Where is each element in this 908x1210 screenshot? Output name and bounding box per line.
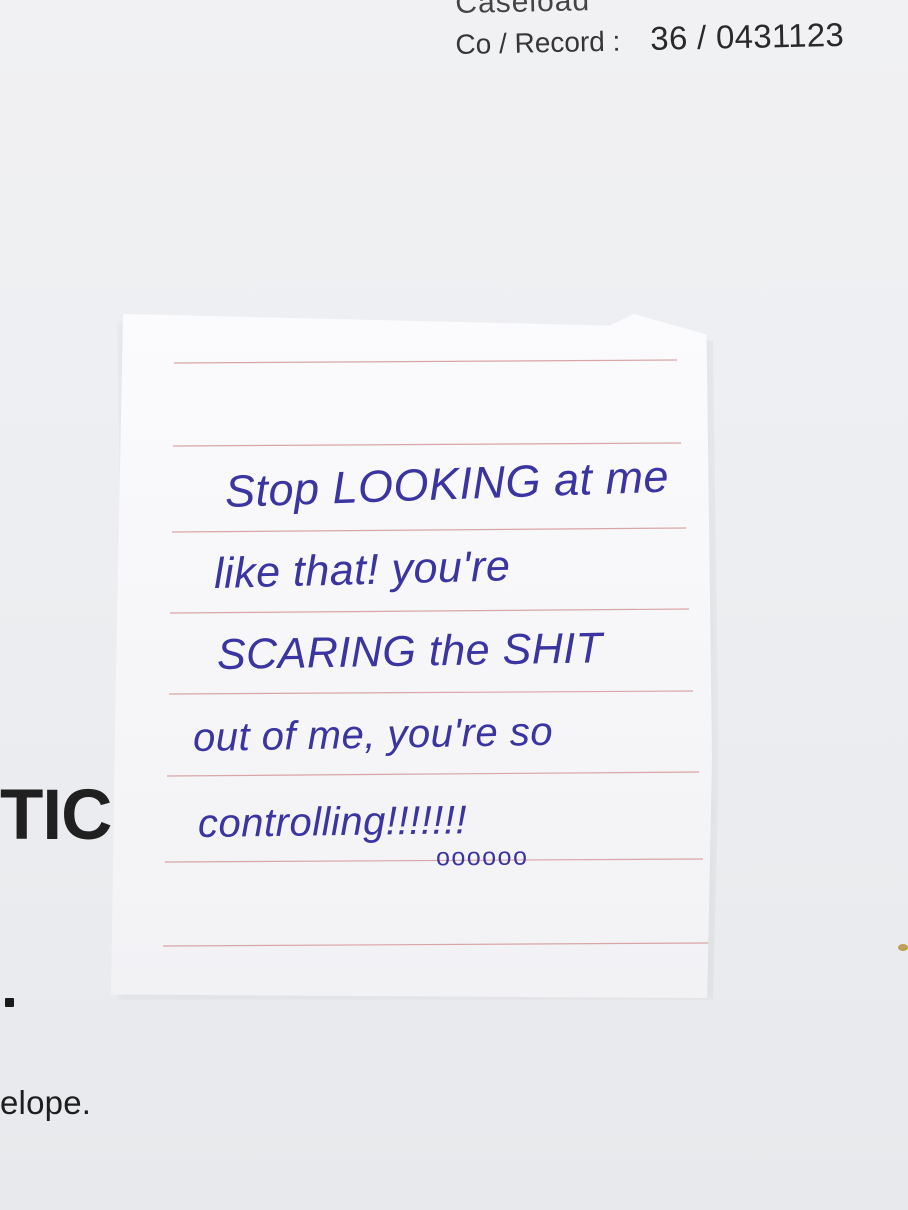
rule-line — [172, 442, 682, 447]
rule-line — [162, 942, 710, 947]
rule-line — [169, 608, 690, 614]
sticky-note: Stop LOOKING at me like that! you're SCA… — [111, 314, 712, 998]
left-bullet — [5, 998, 14, 1007]
exclamation-loops: oooooo — [435, 842, 529, 872]
header-fragment: Caseload — [455, 0, 591, 20]
note-line-2: like that! you're — [213, 542, 511, 598]
stain-mark — [898, 944, 908, 951]
record-value: 36 / 0431123 — [649, 15, 845, 57]
note-line-5: controlling!!!!!!! — [197, 798, 468, 846]
rule-line — [166, 771, 700, 777]
rule-line — [171, 527, 687, 533]
left-bottom-fragment: elope. — [0, 1084, 92, 1121]
record-label: Co / Record : — [455, 25, 621, 60]
rule-line — [164, 858, 704, 863]
record-row: Co / Record : 36 / 0431123 — [455, 16, 845, 62]
rule-line — [168, 690, 694, 695]
rule-line — [173, 359, 678, 364]
note-line-3: SCARING the SHIT — [216, 624, 603, 679]
note-line-4: out of me, you're so — [192, 709, 554, 760]
left-large-fragment: TIC — [0, 776, 112, 855]
